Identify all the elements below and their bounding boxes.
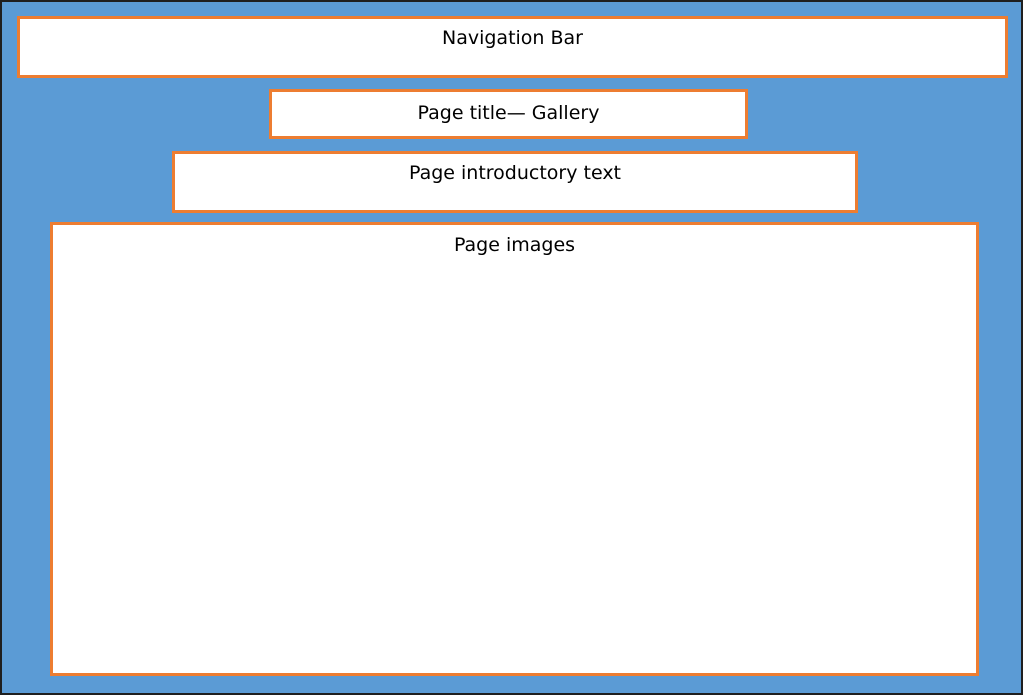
page-images-box: Page images <box>50 222 979 676</box>
page-title-label: Page title— Gallery <box>417 102 600 124</box>
intro-text-box: Page introductory text <box>172 151 858 213</box>
navigation-bar-label: Navigation Bar <box>441 27 583 49</box>
navigation-bar-box: Navigation Bar <box>17 16 1008 78</box>
wireframe-canvas: Navigation Bar Page title— Gallery Page … <box>0 0 1023 695</box>
page-title-box: Page title— Gallery <box>269 89 748 139</box>
page-images-label: Page images <box>453 234 576 256</box>
intro-text-label: Page introductory text <box>408 162 622 184</box>
